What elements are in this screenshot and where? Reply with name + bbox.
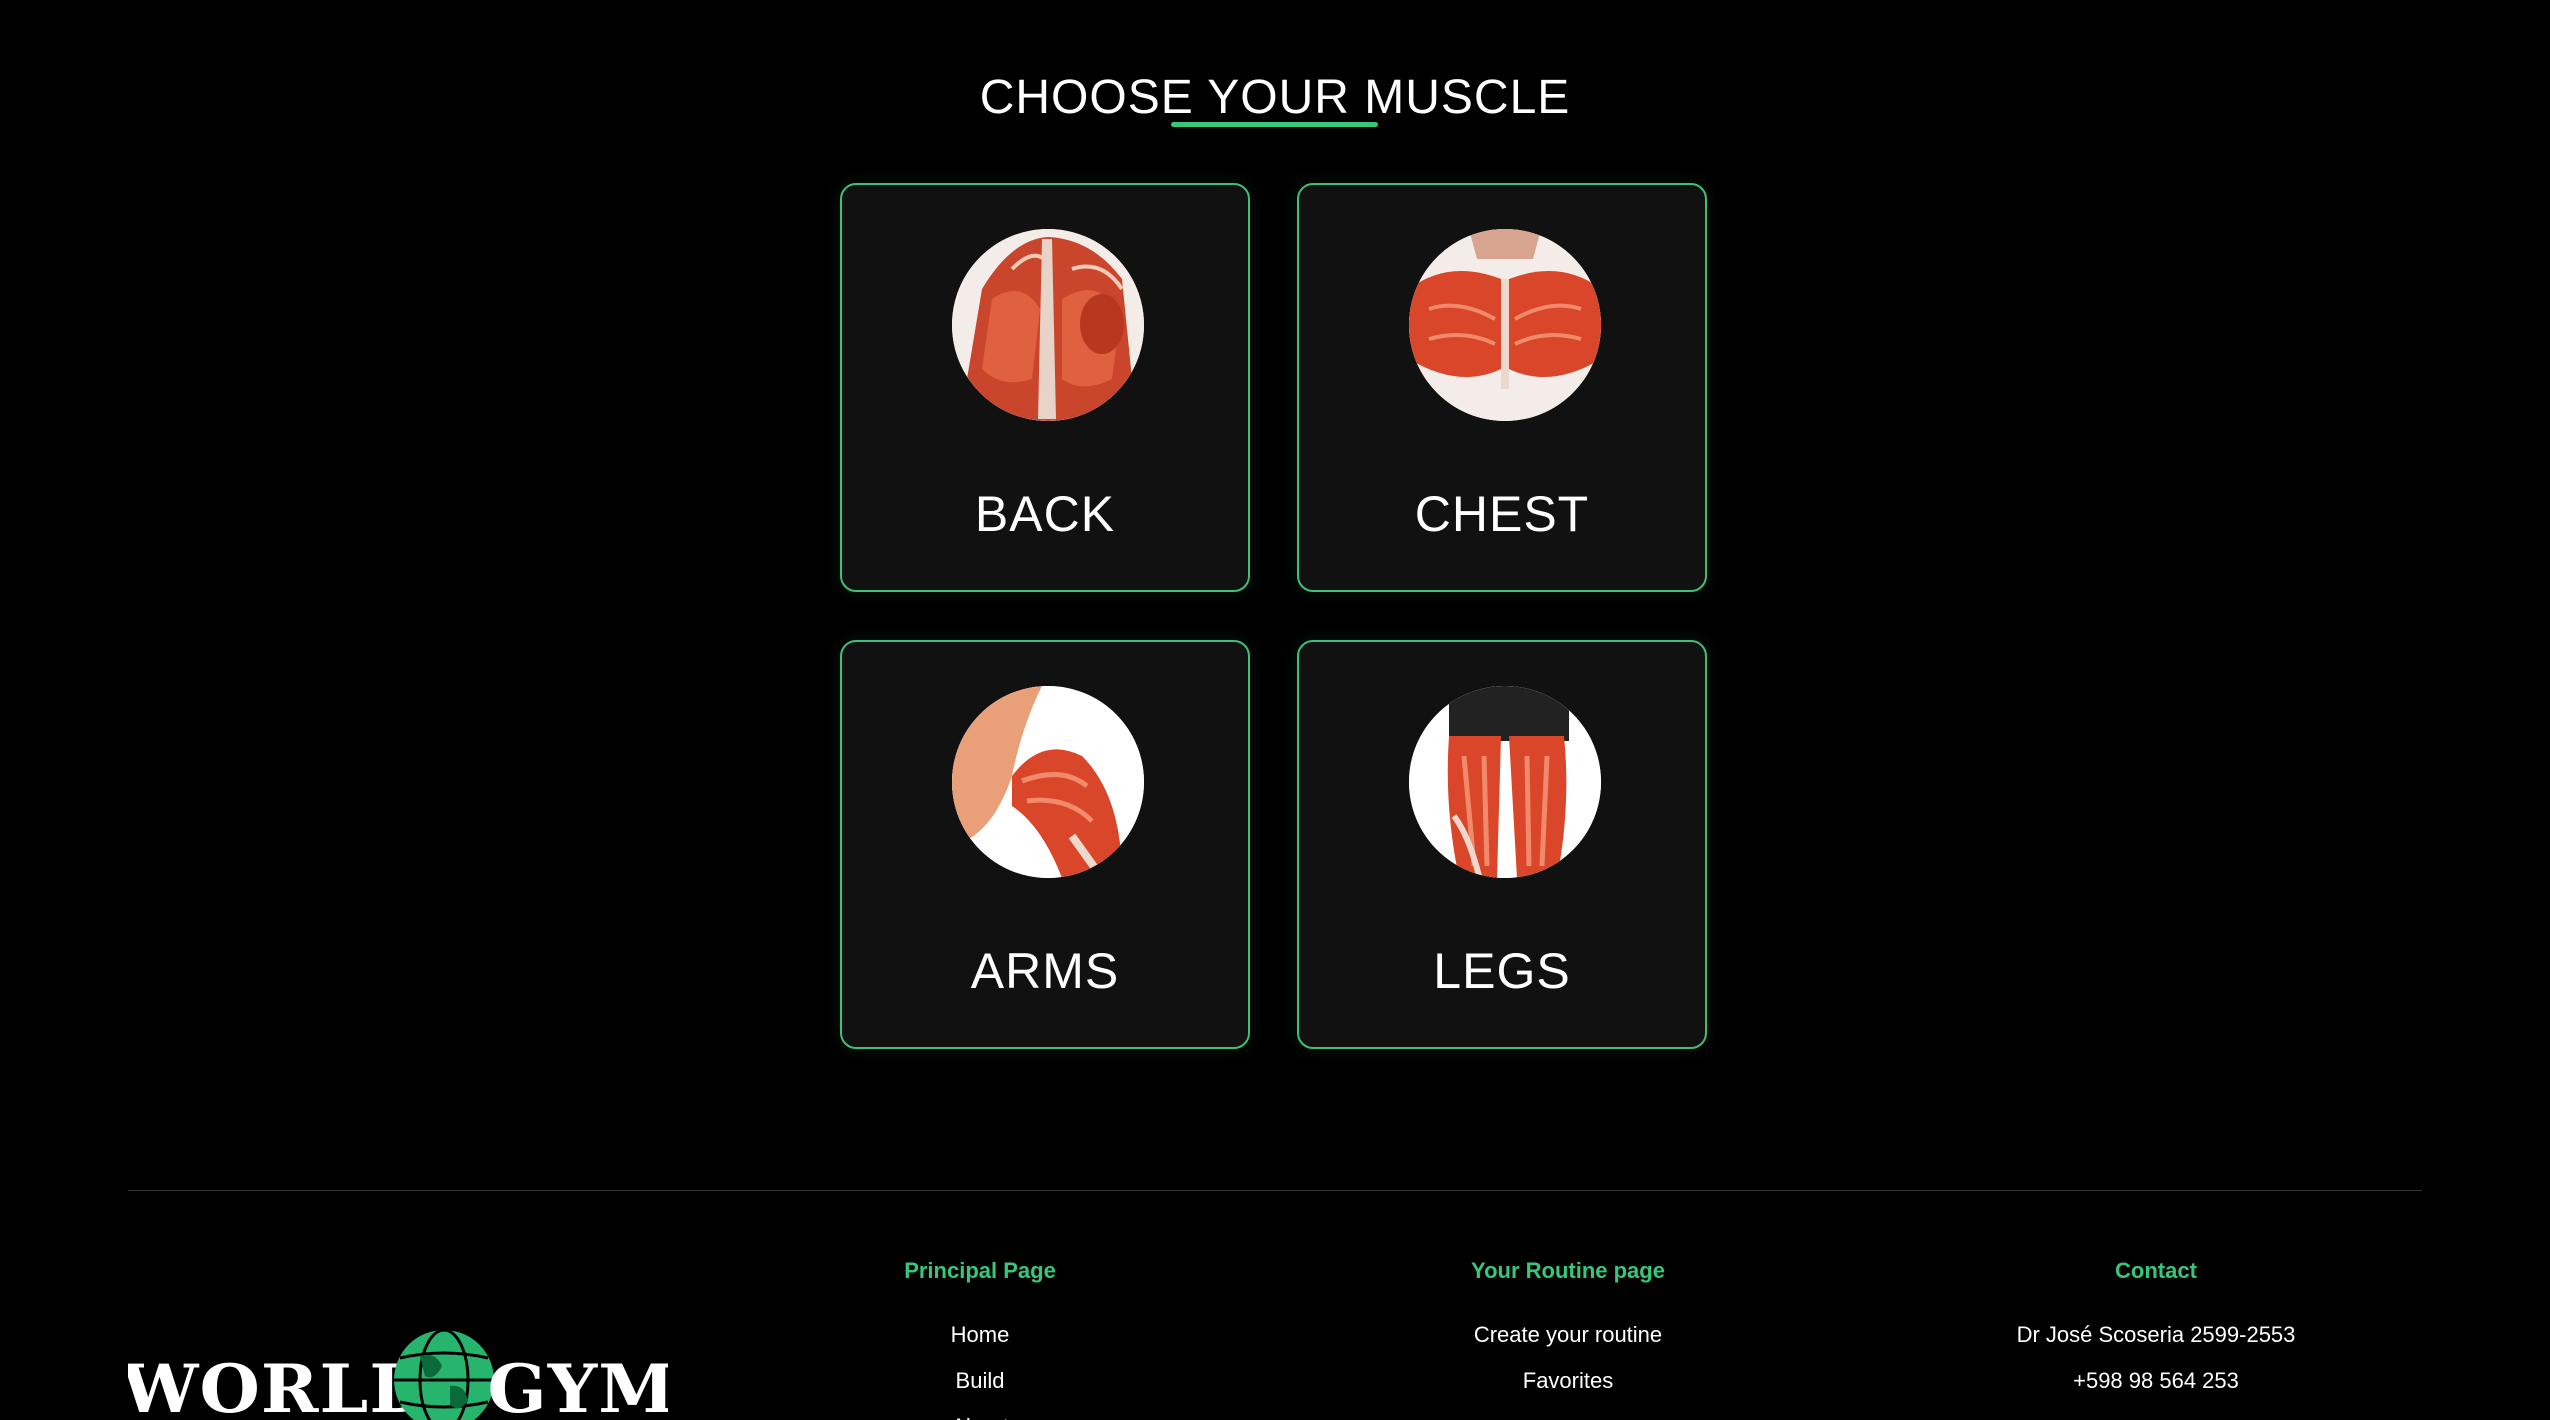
globe-icon [394, 1328, 494, 1420]
world-gym-logo[interactable]: WORLD GYM [128, 1322, 668, 1420]
footer-column-routine-page: Your Routine page Create your routine Fa… [1418, 1258, 1718, 1404]
muscle-label-arms: ARMS [970, 943, 1120, 999]
muscle-label-legs: LEGS [1433, 943, 1571, 999]
footer-link-build[interactable]: Build [830, 1358, 1130, 1404]
footer-heading-contact: Contact [2115, 1258, 2197, 1283]
muscle-card-back[interactable]: BACK [840, 183, 1250, 592]
footer-link-create-routine[interactable]: Create your routine [1418, 1312, 1718, 1358]
muscle-label-back: BACK [974, 486, 1116, 542]
footer-heading-routine-page: Your Routine page [1471, 1258, 1665, 1283]
footer-contact-phone: +598 98 564 253 [2073, 1368, 2239, 1393]
muscle-card-chest[interactable]: CHEST [1297, 183, 1707, 592]
muscle-card-legs[interactable]: LEGS [1297, 640, 1707, 1049]
chest-muscle-image [1409, 229, 1601, 421]
title-underline [1171, 122, 1378, 127]
back-muscle-image [952, 229, 1144, 421]
legs-muscle-image [1409, 686, 1601, 878]
footer-link-home[interactable]: Home [830, 1312, 1130, 1358]
footer-column-contact: Contact Dr José Scoseria 2599-2553 +598 … [1956, 1258, 2356, 1404]
arms-muscle-image [952, 686, 1144, 878]
footer-divider [128, 1190, 2422, 1191]
footer-column-principal-page: Principal Page Home Build About [830, 1258, 1130, 1420]
footer-contact-address: Dr José Scoseria 2599-2553 [2016, 1322, 2296, 1347]
page: CHOOSE YOUR MUSCLE BACK CHEST ARMS LEGS … [0, 0, 2550, 1420]
footer-link-favorites[interactable]: Favorites [1418, 1358, 1718, 1404]
footer-heading-principal-page: Principal Page [904, 1258, 1056, 1283]
footer-link-about[interactable]: About [830, 1404, 1130, 1420]
logo-text-left: WORLD [128, 1350, 431, 1420]
muscle-label-chest: CHEST [1414, 486, 1590, 542]
page-title: CHOOSE YOUR MUSCLE [979, 71, 1571, 125]
muscle-card-arms[interactable]: ARMS [840, 640, 1250, 1049]
logo-text-right: GYM [487, 1350, 668, 1420]
